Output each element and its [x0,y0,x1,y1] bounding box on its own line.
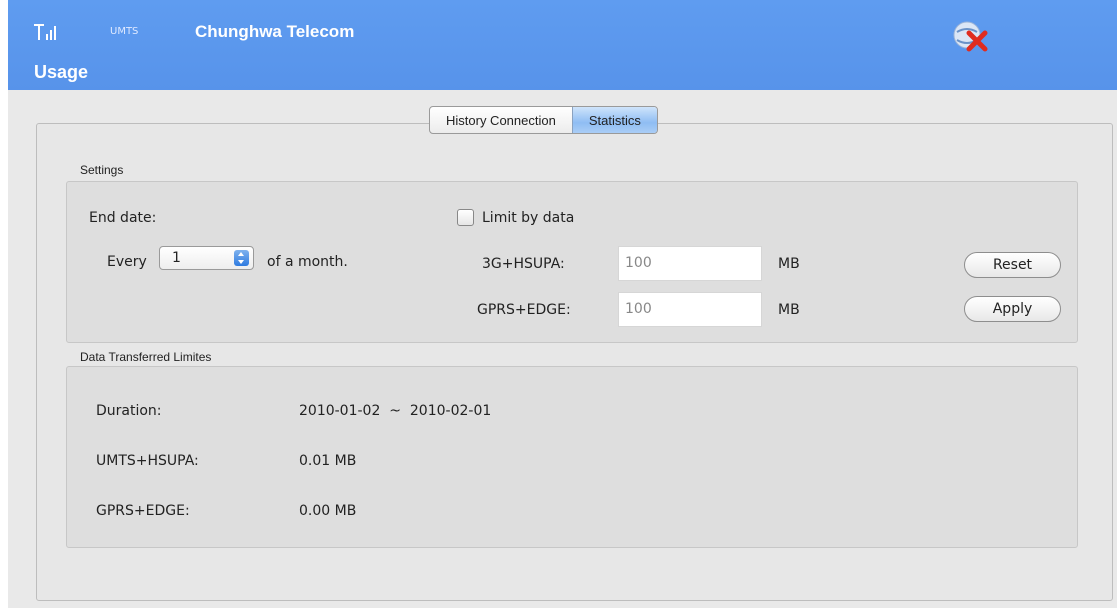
gprs-transferred-value: 0.00 MB [299,503,357,519]
carrier-name: Chunghwa Telecom [195,22,355,41]
end-date-label: End date: [89,210,157,226]
settings-group-label: Settings [80,163,124,177]
day-value: 1 [172,250,181,266]
title-bar: UMTS Chunghwa Telecom Usage [8,0,1117,90]
network-type: UMTS [110,26,139,37]
gprs-label: GPRS+EDGE: [477,302,571,318]
every-label: Every [107,254,147,270]
gprs-transferred-label: GPRS+EDGE: [96,503,190,519]
disconnect-icon[interactable] [951,18,991,54]
limit-by-data-checkbox[interactable] [457,209,474,226]
signal-icon [34,24,56,40]
hsupa-unit: MB [778,256,800,272]
apply-button[interactable]: Apply [964,296,1061,322]
hsupa-limit-field[interactable]: 100 [618,246,762,281]
umts-label: UMTS+HSUPA: [96,453,199,469]
transferred-group [66,366,1078,548]
day-stepper[interactable]: 1 [159,246,254,270]
limit-by-data-label: Limit by data [482,210,575,226]
stepper-icon[interactable] [234,250,249,266]
tab-bar: History Connection Statistics [429,106,658,134]
page-title: Usage [34,62,89,82]
transferred-group-label: Data Transferred Limites [80,350,212,364]
reset-button[interactable]: Reset [964,252,1061,278]
of-month-label: of a month. [267,254,348,270]
hsupa-label: 3G+HSUPA: [482,256,565,272]
duration-label: Duration: [96,403,162,419]
tab-history-connection[interactable]: History Connection [430,107,572,133]
gprs-unit: MB [778,302,800,318]
gprs-limit-field[interactable]: 100 [618,292,762,327]
duration-value: 2010-01-02 ~ 2010-02-01 [299,403,492,419]
umts-value: 0.01 MB [299,453,357,469]
tab-statistics[interactable]: Statistics [571,107,657,133]
